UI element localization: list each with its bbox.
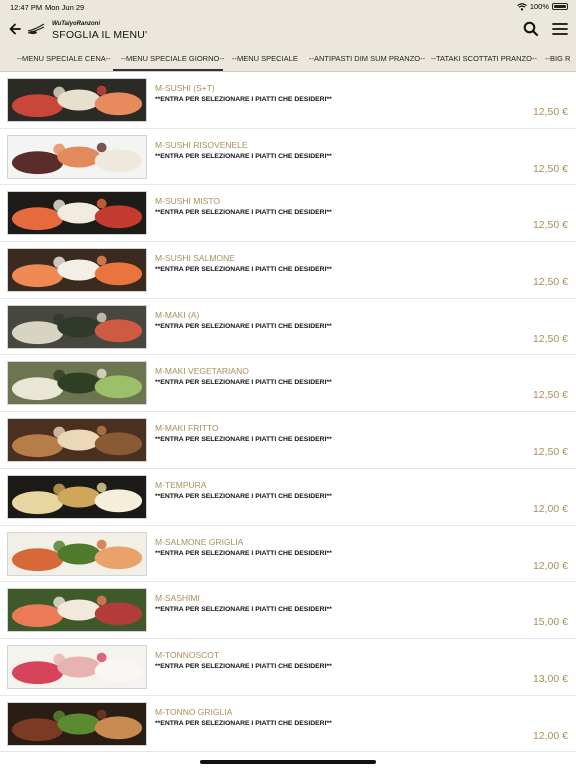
dish-description: **ENTRA PER SELEZIONARE I PIATTI CHE DES… <box>155 266 332 274</box>
dish-price: 12,50 € <box>532 446 568 459</box>
dish-price: 12,00 € <box>532 502 568 515</box>
dish-name: M-SASHIMI <box>155 593 200 604</box>
battery-percentage: 100% <box>529 2 549 11</box>
status-date: Mon Jun 29 <box>45 3 85 12</box>
dish-name: M-MAKI (A) <box>155 309 200 320</box>
battery-icon <box>552 3 568 10</box>
dish-photo <box>7 418 147 463</box>
dish-price: 15,00 € <box>532 616 568 629</box>
dish-photo <box>7 701 147 746</box>
tab-big-r[interactable]: --BIG R <box>545 44 570 71</box>
dish-description: **ENTRA PER SELEZIONARE I PIATTI CHE DES… <box>155 96 332 103</box>
dish-description: **ENTRA PER SELEZIONARE I PIATTI CHE DES… <box>155 549 332 557</box>
menu-item-list: M-SUSHI (S+T) **ENTRA PER SELEZIONARE I P… <box>0 72 576 753</box>
tab-menu-speciale[interactable]: --MENU SPECIALE <box>232 44 298 71</box>
dish-name: M-SUSHI RISOVENELE <box>155 139 248 150</box>
dish-name: M-TEMPURA <box>155 479 207 490</box>
dish-photo <box>7 134 147 179</box>
page-title: SFOGLIA IL MENU' <box>52 29 148 41</box>
menu-item[interactable]: M-MAKI (A) **ENTRA PER SELEZIONARE I PIAT… <box>0 299 576 356</box>
dish-price: 13,00 € <box>532 672 568 685</box>
dish-photo <box>7 531 147 576</box>
menu-item[interactable]: M-MAKI VEGETARIANO **ENTRA PER SELEZIONAR… <box>0 355 576 413</box>
home-indicator[interactable] <box>200 760 376 764</box>
dish-photo <box>7 361 147 406</box>
dish-photo <box>7 474 147 519</box>
dish-price: 12,50 € <box>532 389 568 402</box>
tab-menu-speciale-cena[interactable]: --MENU SPECIALE CENA-- <box>17 44 111 71</box>
status-time: 12:47 PM <box>10 3 43 12</box>
app-header: WuTaiyoRanzoni SFOGLIA IL MENU' <box>0 14 576 44</box>
tab-tataki-scottati-pranzo[interactable]: --TATAKI SCOTTATI PRANZO-- <box>431 44 537 71</box>
wifi-icon <box>516 2 527 10</box>
dish-price: 12,00 € <box>532 729 568 742</box>
dish-description: **ENTRA PER SELEZIONARE I PIATTI CHE DES… <box>155 209 332 217</box>
dish-description: **ENTRA PER SELEZIONARE I PIATTI CHE DES… <box>155 379 332 387</box>
dish-description: **ENTRA PER SELEZIONARE I PIATTI CHE DES… <box>155 662 332 670</box>
menu-item[interactable]: M-TONNO GRIGLIA **ENTRA PER SELEZIONARE I… <box>0 696 576 753</box>
brand-name: WuTaiyoRanzoni <box>52 21 100 27</box>
arrow-left-icon <box>9 23 21 35</box>
dish-description: **ENTRA PER SELEZIONARE I PIATTI CHE DES… <box>155 492 332 500</box>
category-tabs: --MENU SPECIALE CENA-- --MENU SPECIALE G… <box>0 44 576 72</box>
menu-item[interactable]: M-MAKI FRITTO **ENTRA PER SELEZIONARE I P… <box>0 412 576 469</box>
dish-description: **ENTRA PER SELEZIONARE I PIATTI CHE DES… <box>155 436 332 444</box>
dish-photo <box>7 248 147 293</box>
tab-antipasti-dim-sum-pranzo[interactable]: --ANTIPASTI DIM SUM PRANZO-- <box>309 44 425 71</box>
dish-price: 12,50 € <box>532 276 568 289</box>
back-button[interactable] <box>6 19 24 39</box>
dish-name: M-MAKI FRITTO <box>155 423 219 434</box>
dish-name: M-TONNO GRIGLIA <box>155 706 233 717</box>
menu-item[interactable]: M-SUSHI (S+T) **ENTRA PER SELEZIONARE I P… <box>0 72 576 129</box>
dish-description: **ENTRA PER SELEZIONARE I PIATTI CHE DES… <box>155 322 332 330</box>
dish-price: 12,50 € <box>532 106 568 118</box>
dish-name: M-MAKI VEGETARIANO <box>155 366 249 377</box>
dish-description: **ENTRA PER SELEZIONARE I PIATTI CHE DES… <box>155 152 332 160</box>
dish-photo <box>7 78 147 122</box>
menu-item[interactable]: M-TONNOSCOT **ENTRA PER SELEZIONARE I PIA… <box>0 639 576 696</box>
menu-item[interactable]: M-SUSHI RISOVENELE **ENTRA PER SELEZIONAR… <box>0 129 576 186</box>
dish-description: **ENTRA PER SELEZIONARE I PIATTI CHE DES… <box>155 606 332 614</box>
menu-item[interactable]: M-TEMPURA **ENTRA PER SELEZIONARE I PIATT… <box>0 469 576 526</box>
tab-menu-speciale-giorno[interactable]: --MENU SPECIALE GIORNO-- <box>113 44 224 71</box>
dish-name: M-SUSHI MISTO <box>155 196 221 207</box>
hamburger-menu-icon <box>552 23 568 35</box>
chopsticks-icon <box>27 23 45 35</box>
dish-price: 12,50 € <box>532 219 568 232</box>
dish-photo <box>7 588 147 633</box>
menu-item[interactable]: M-SUSHI SALMONE **ENTRA PER SELEZIONARE I… <box>0 242 576 299</box>
dish-name: M-SALMONE GRIGLIA <box>155 536 244 547</box>
dish-description: **ENTRA PER SELEZIONARE I PIATTI CHE DES… <box>155 719 332 727</box>
menu-button[interactable] <box>551 20 569 38</box>
search-button[interactable] <box>522 20 540 38</box>
menu-item[interactable]: M-SASHIMI **ENTRA PER SELEZIONARE I PIATT… <box>0 582 576 639</box>
status-right: 100% <box>516 2 568 11</box>
search-icon <box>523 21 539 37</box>
dish-price: 12,50 € <box>532 332 568 345</box>
dish-name: M-SUSHI SALMONE <box>155 253 235 264</box>
dish-price: 12,00 € <box>532 559 568 572</box>
menu-item[interactable]: M-SALMONE GRIGLIA **ENTRA PER SELEZIONARE… <box>0 526 576 583</box>
dish-photo <box>7 191 147 236</box>
dish-name: M-SUSHI (S+T) <box>155 83 215 93</box>
status-bar: 12:47 PM Mon Jun 29 100% <box>0 0 576 14</box>
dish-name: M-TONNOSCOT <box>155 649 220 660</box>
dish-price: 12,50 € <box>532 162 568 175</box>
menu-item[interactable]: M-SUSHI MISTO **ENTRA PER SELEZIONARE I P… <box>0 185 576 243</box>
dish-photo <box>7 644 147 689</box>
dish-photo <box>7 304 147 349</box>
